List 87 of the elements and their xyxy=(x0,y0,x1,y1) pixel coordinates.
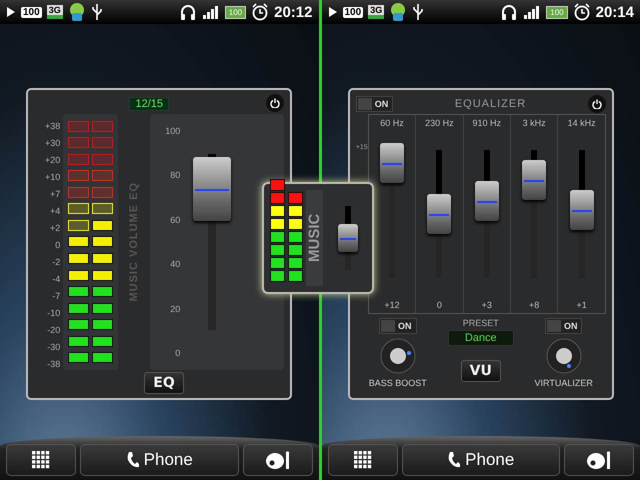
play-icon xyxy=(328,6,338,18)
equalizer-title: EQUALIZER xyxy=(454,98,528,110)
db-label: -30 xyxy=(46,341,60,354)
battery-badge: 100 xyxy=(342,6,364,18)
grid-icon xyxy=(354,451,372,469)
volume-tick-label: 100 xyxy=(164,126,180,136)
power-button[interactable] xyxy=(588,95,606,113)
apps-button[interactable] xyxy=(6,444,76,476)
db-label: 0 xyxy=(54,239,60,252)
palette-icon xyxy=(586,450,612,470)
knob-icon[interactable] xyxy=(544,336,584,376)
alarm-clock-icon xyxy=(572,3,591,21)
band-frequency: 14 kHz xyxy=(568,118,596,128)
knob-label: BASS BOOST xyxy=(368,378,427,388)
signal-icon xyxy=(202,5,220,19)
grid-icon xyxy=(32,451,50,469)
icon-label: MUSIC xyxy=(306,190,323,286)
clock-time: 20:12 xyxy=(274,4,312,20)
slider-thumb[interactable] xyxy=(570,190,594,230)
clock-time: 20:14 xyxy=(596,4,634,20)
vu-button[interactable]: VU xyxy=(460,360,501,382)
palette-icon xyxy=(264,450,290,470)
volume-tick-label: 60 xyxy=(169,214,180,225)
power-icon xyxy=(592,99,602,109)
knob-icon[interactable] xyxy=(378,336,418,376)
knob-label: VIRTUALIZER xyxy=(534,378,593,388)
alarm-clock-icon xyxy=(251,3,270,21)
battery-indicator: 100 xyxy=(224,6,246,18)
db-label: +20 xyxy=(44,154,60,167)
preset-counter: 12/15 xyxy=(129,97,170,111)
db-label: -7 xyxy=(51,290,60,303)
on-button[interactable]: ON xyxy=(544,318,582,334)
eq-button[interactable]: EQ xyxy=(144,372,184,394)
db-label: +30 xyxy=(44,137,60,150)
preset-display[interactable]: Dance xyxy=(448,330,514,346)
preset-label: PRESET xyxy=(462,318,499,328)
on-button[interactable]: ON xyxy=(379,318,416,334)
slider-thumb[interactable] xyxy=(427,194,452,234)
band-frequency: 230 Hz xyxy=(425,118,454,128)
band-value: +1 xyxy=(576,300,587,310)
headphones-icon xyxy=(500,3,518,21)
slider-thumb[interactable] xyxy=(380,142,404,183)
phone-button[interactable]: Phone xyxy=(402,444,560,476)
band-value: 0 xyxy=(436,300,442,310)
phone-button[interactable]: Phone xyxy=(80,444,238,476)
db-label: +38 xyxy=(44,120,60,133)
usb-icon xyxy=(90,3,103,21)
band-frequency: 3 kHz xyxy=(522,118,546,128)
battery-indicator: 100 xyxy=(546,6,568,18)
band-value: +12 xyxy=(384,300,400,310)
band-frequency: 910 Hz xyxy=(472,118,502,128)
personalize-button[interactable] xyxy=(242,444,312,476)
slider-thumb[interactable] xyxy=(474,181,499,222)
on-button[interactable]: ON xyxy=(356,96,394,112)
power-button[interactable] xyxy=(266,94,284,112)
apps-button[interactable] xyxy=(328,444,398,476)
db-label: -10 xyxy=(46,307,60,320)
slider-thumb[interactable] xyxy=(522,160,546,200)
battery-badge: 100 xyxy=(21,6,42,18)
headphones-icon xyxy=(178,3,197,21)
network-badge: 3G xyxy=(46,5,63,19)
db-label: -38 xyxy=(46,358,60,371)
phone-icon xyxy=(447,451,462,469)
db-label: +7 xyxy=(48,188,60,201)
app-icon[interactable]: MUSIC xyxy=(262,182,374,294)
volume-tick-label: 0 xyxy=(174,348,180,358)
slider-thumb[interactable] xyxy=(193,157,232,222)
volume-tick-label: 80 xyxy=(169,170,180,180)
power-icon xyxy=(270,98,280,108)
personalize-button[interactable] xyxy=(564,444,634,476)
play-icon xyxy=(6,6,16,18)
slider-thumb xyxy=(338,224,358,252)
phone-icon xyxy=(126,451,140,469)
db-label: -4 xyxy=(51,273,60,286)
network-badge: 3G xyxy=(368,5,384,19)
volume-tick-label: 40 xyxy=(169,259,180,270)
db-label: -2 xyxy=(51,256,60,269)
volume-tick-label: 20 xyxy=(169,304,180,314)
band-frequency: 60 Hz xyxy=(380,118,404,128)
db-label: +2 xyxy=(48,222,60,235)
band-value: +8 xyxy=(529,300,540,310)
band-value: +3 xyxy=(482,300,492,310)
signal-icon xyxy=(523,5,542,19)
db-label: +4 xyxy=(48,205,60,218)
usb-icon xyxy=(412,3,424,21)
db-label: -20 xyxy=(46,324,60,337)
db-label: +10 xyxy=(44,171,60,184)
